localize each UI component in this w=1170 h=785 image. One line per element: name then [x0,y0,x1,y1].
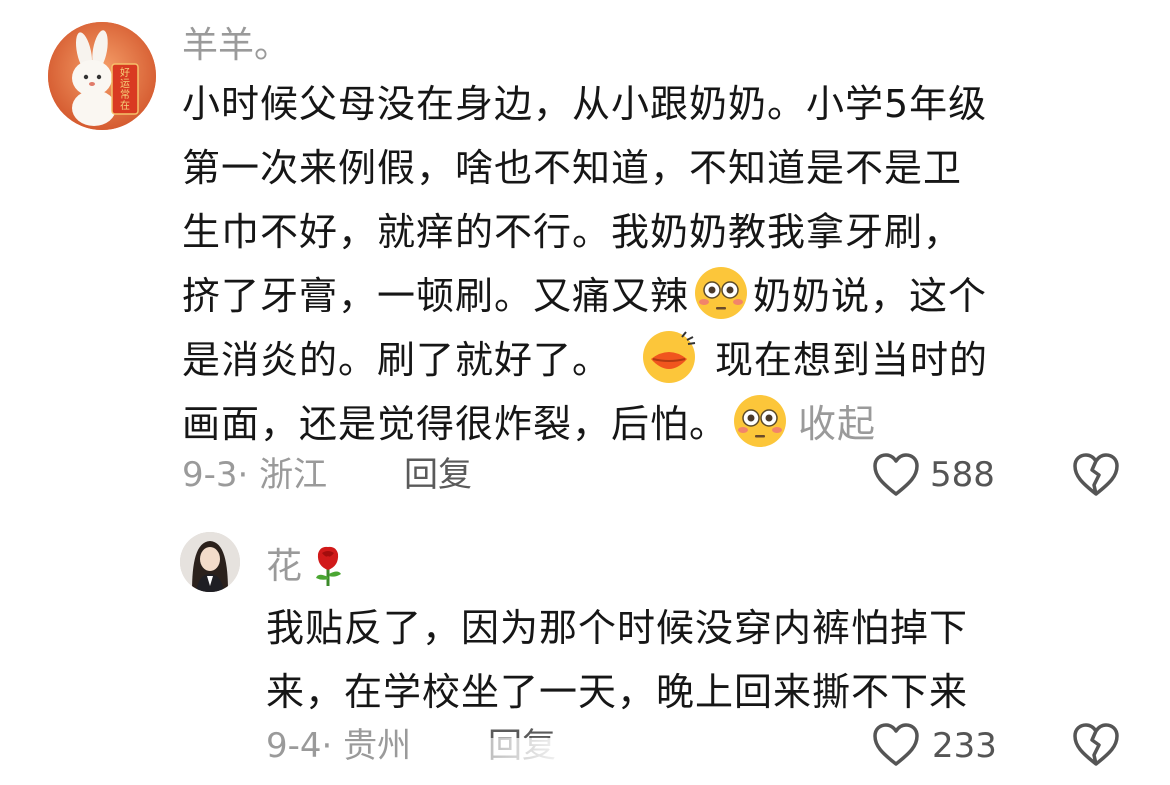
comment-date-location: 9-3· 浙江 [182,455,328,495]
reply-username-row: 花 [266,544,348,589]
comment-line: 生巾不好，就痒的不行。我奶奶教我拿牙刷， [182,210,963,254]
like-button[interactable] [872,452,920,498]
dislike-button[interactable] [1072,452,1120,498]
comment-username[interactable]: 羊羊。 [182,24,290,68]
comment-line: 挤了牙膏，一顿刷。又痛又辣 奶奶说，这个 [182,264,988,328]
watermark-overlay [486,738,686,772]
comment-text: 挤了牙膏，一顿刷。又痛又辣 [182,274,690,318]
comment-text: 是消炎的。刷了就好了。 [182,338,612,382]
reply-line: 来，在学校坐了一天，晚上回来撕不下来 [266,670,969,714]
reply-like-button[interactable] [872,722,920,768]
lips-emoji-icon [641,329,697,385]
comment-line: 第一次来例假，啥也不知道，不知道是不是卫 [182,146,963,190]
heart-outline-icon [873,453,919,496]
reply-button[interactable]: 回复 [404,453,472,497]
broken-heart-outline-icon [1073,453,1119,496]
comment-body: 小时候父母没在身边，从小跟奶奶。小学5年级 第一次来例假，啥也不知道，不知道是不… [182,72,988,456]
reply-body: 我贴反了，因为那个时候没穿内裤怕掉下 来，在学校坐了一天，晚上回来撕不下来 [266,596,968,724]
comment-line: 小时候父母没在身边，从小跟奶奶。小学5年级 [182,82,988,126]
portrait-avatar-image [180,532,240,592]
rose-emoji-icon [308,544,348,588]
user-avatar[interactable]: 好运常在 [48,22,156,130]
comment-text: 画面，还是觉得很炸裂，后怕。 [182,402,729,446]
reply-line: 我贴反了，因为那个时候没穿内裤怕掉下 [266,606,969,650]
broken-heart-outline-icon [1073,723,1119,766]
flushed-face-emoji-icon [732,393,788,449]
comment-text: 现在想到当时的 [715,338,989,382]
reply-username[interactable]: 花 [266,546,302,587]
comment-text: 奶奶说，这个 [753,274,988,318]
reply-date-location: 9-4· 贵州 [266,726,412,766]
collapse-button[interactable]: 收起 [798,402,876,446]
comment-line: 是消炎的。刷了就好了。 现在想到当时的 [182,328,988,392]
reply-avatar[interactable] [180,532,240,592]
bunny-avatar-image [48,22,156,130]
reply-dislike-button[interactable] [1072,722,1120,768]
like-count: 588 [930,455,995,495]
avatar-sign-text: 好运常在 [120,68,130,112]
heart-outline-icon [873,723,919,766]
comment-line: 画面，还是觉得很炸裂，后怕。 收起 [182,392,988,456]
flushed-face-emoji-icon [693,265,749,321]
reply-like-count: 233 [932,726,997,766]
